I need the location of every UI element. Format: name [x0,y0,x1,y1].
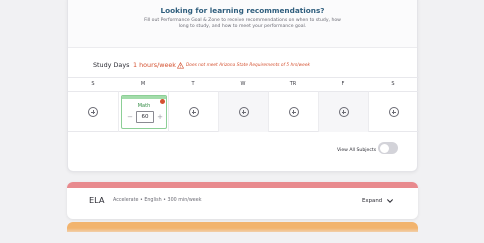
toggle-knob [379,143,389,153]
add-session-icon[interactable] [388,107,399,117]
day-cell-sunday [68,91,118,132]
subject-color-band [67,182,418,188]
day-cell-wednesday [218,91,268,132]
add-session-icon[interactable] [288,107,299,117]
day-header-sunday: S [91,81,95,87]
study-days-label: Study Days [93,61,130,69]
subject-title: ELA [89,195,105,205]
day-header-thursday: TR [289,81,297,87]
minutes-stepper: − 60 + [126,111,164,123]
ela-subject-card: ELA Accelerate • English • 300 min/week … [67,182,418,219]
minutes-input[interactable]: 60 [136,111,154,123]
day-header-wednesday: W [240,81,246,87]
add-session-icon[interactable] [238,107,249,117]
day-cell-monday: Math − 60 + [118,91,168,132]
add-session-icon[interactable] [188,107,199,117]
recommendations-panel: Looking for learning recommendations? Fi… [68,0,417,48]
day-cell-thursday [268,91,318,132]
study-plan-card: Looking for learning recommendations? Fi… [67,0,419,172]
weekly-schedule-grid: S M T W TR F S Math − 60 + [68,77,419,132]
scheduled-subject-card[interactable]: Math − 60 + [121,95,167,129]
day-cell-saturday [368,91,418,132]
subject-name: Math [137,103,151,109]
page-fade [0,228,484,243]
chevron-down-icon[interactable] [386,197,394,205]
view-all-subjects-toggle[interactable] [378,142,398,154]
day-cell-tuesday [168,91,218,132]
add-session-icon[interactable] [338,107,349,117]
add-session-icon[interactable] [88,107,98,117]
state-requirement-warning: Does not meet Arizona State Requirements… [186,62,310,68]
subject-color-bar [122,96,166,99]
day-header-tuesday: T [191,81,195,87]
expand-button[interactable]: Expand [362,198,382,204]
day-header-monday: M [140,81,146,87]
recommendations-title: Looking for learning recommendations? [160,6,325,15]
subject-meta: Accelerate • English • 300 min/week [113,197,202,203]
study-hours-value: 1 hours/week [133,61,177,69]
day-header-saturday: S [391,81,395,87]
day-cell-friday [318,91,368,132]
increase-minutes-button[interactable]: + [156,111,164,123]
view-all-subjects-label: View All Subjects [337,148,377,153]
day-header-friday: F [341,81,345,87]
recommendations-subtitle: Fill out Performance Goal & Zone to rece… [144,18,341,30]
decrease-minutes-button[interactable]: − [126,111,134,123]
warning-icon [177,62,184,69]
